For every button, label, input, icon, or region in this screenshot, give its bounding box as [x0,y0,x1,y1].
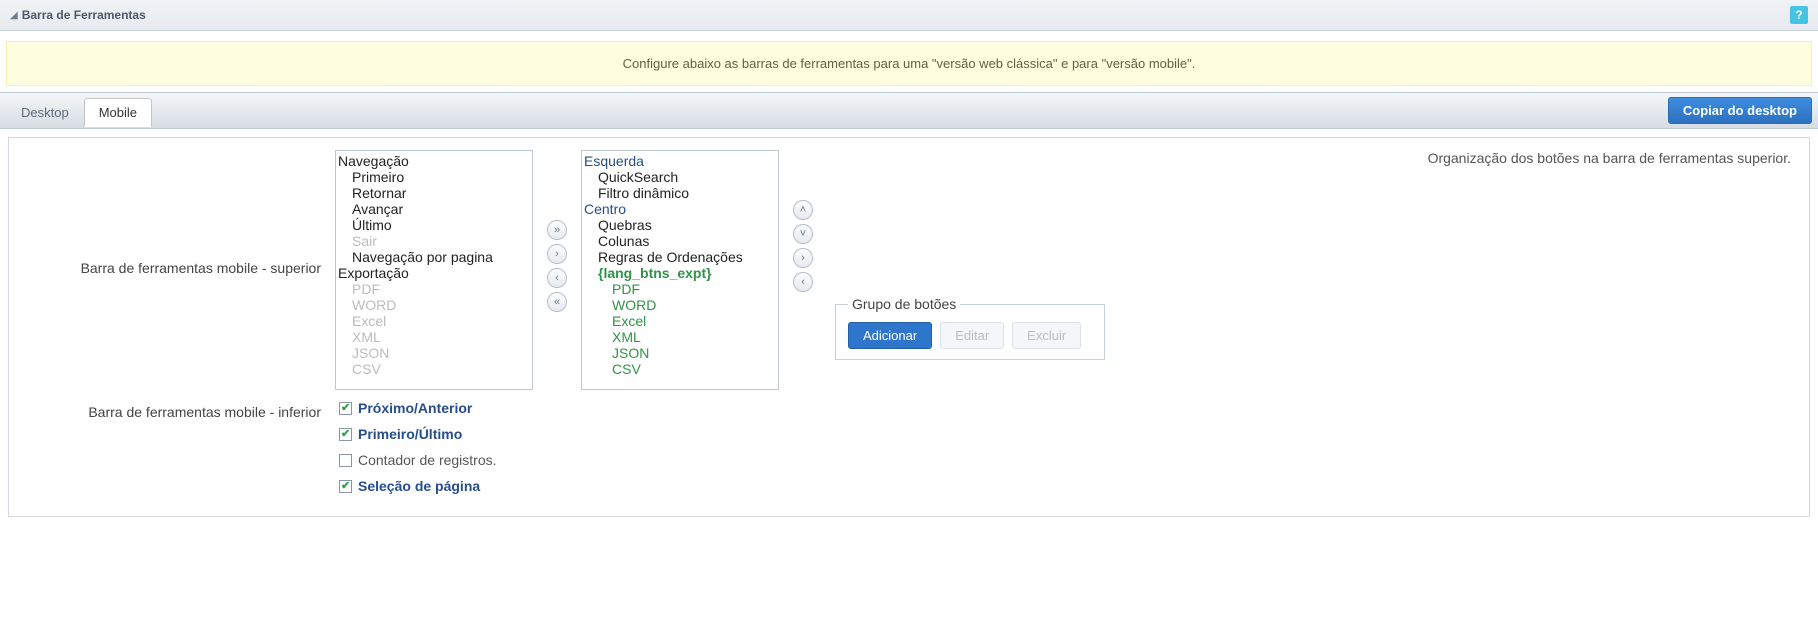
list-item[interactable]: Filtro dinâmico [584,185,776,201]
list-item[interactable]: Regras de Ordenações [584,249,776,265]
checkbox-icon[interactable] [339,428,352,441]
edit-button: Editar [940,322,1004,349]
check-page-select[interactable]: Seleção de página [339,478,497,494]
copy-from-desktop-button[interactable]: Copiar do desktop [1668,97,1812,124]
checkbox-icon[interactable] [339,454,352,467]
transfer-button-group: » › ‹ « [547,150,567,312]
list-item[interactable]: Quebras [584,217,776,233]
list-item[interactable]: JSON [584,345,776,361]
list-item-disabled: PDF [338,281,530,297]
list-group: Esquerda [584,153,776,169]
move-left-button[interactable]: ‹ [547,268,567,288]
panel-header: ◢ Barra de Ferramentas ? [0,0,1818,31]
list-item[interactable]: Primeiro [338,169,530,185]
fieldset-legend: Grupo de botões [848,296,960,312]
inferior-row: Barra de ferramentas mobile - inferior P… [21,400,1797,494]
check-label: Seleção de página [358,478,480,494]
superior-row: Barra de ferramentas mobile - superior N… [21,150,1797,390]
tab-desktop[interactable]: Desktop [6,98,84,126]
list-item[interactable]: Retornar [338,185,530,201]
check-label: Próximo/Anterior [358,400,472,416]
list-item-disabled: XML [338,329,530,345]
list-item[interactable]: PDF [584,281,776,297]
list-item-disabled: WORD [338,297,530,313]
tab-mobile[interactable]: Mobile [84,98,152,127]
inferior-label: Barra de ferramentas mobile - inferior [21,400,321,420]
list-item-disabled: JSON [338,345,530,361]
description-text: Organização dos botões na barra de ferra… [835,150,1797,166]
delete-button: Excluir [1012,322,1081,349]
move-left-alt-button[interactable]: ‹ [793,272,813,292]
list-item[interactable]: Excel [584,313,776,329]
move-all-left-button[interactable]: « [547,292,567,312]
checkbox-icon[interactable] [339,402,352,415]
right-panel: Organização dos botões na barra de ferra… [827,150,1797,360]
move-down-button[interactable]: ˅ [793,224,813,244]
move-right-alt-button[interactable]: › [793,248,813,268]
check-label: Contador de registros. [358,452,497,468]
move-up-button[interactable]: ˄ [793,200,813,220]
help-button[interactable]: ? [1790,6,1808,24]
list-item[interactable]: XML [584,329,776,345]
inferior-options: Próximo/Anterior Primeiro/Último Contado… [335,400,497,494]
available-buttons-list[interactable]: Navegação Primeiro Retornar Avançar Últi… [335,150,533,390]
list-item[interactable]: QuickSearch [584,169,776,185]
list-item-disabled: Excel [338,313,530,329]
config-panel: Barra de ferramentas mobile - superior N… [8,137,1810,517]
list-item[interactable]: Avançar [338,201,530,217]
list-item[interactable]: CSV [584,361,776,377]
move-all-right-button[interactable]: » [547,220,567,240]
superior-label: Barra de ferramentas mobile - superior [21,150,321,276]
check-first-last[interactable]: Primeiro/Último [339,426,497,442]
list-group: Centro [584,201,776,217]
order-button-group: ˄ ˅ › ‹ [793,150,813,292]
list-group-expt: {lang_btns_expt} [584,265,776,281]
list-item[interactable]: Colunas [584,233,776,249]
tab-bar: Desktop Mobile Copiar do desktop [0,92,1818,129]
button-group-fieldset: Grupo de botões Adicionar Editar Excluir [835,296,1105,360]
panel-title: Barra de Ferramentas [22,8,146,22]
collapse-toggle-icon[interactable]: ◢ [10,10,18,21]
list-item[interactable]: Último [338,217,530,233]
list-item[interactable]: Navegação por pagina [338,249,530,265]
add-button[interactable]: Adicionar [848,322,932,349]
list-group: Exportação [338,265,530,281]
info-banner: Configure abaixo as barras de ferramenta… [6,41,1812,86]
check-record-counter[interactable]: Contador de registros. [339,452,497,468]
list-item-disabled: CSV [338,361,530,377]
check-label: Primeiro/Último [358,426,462,442]
list-group: Navegação [338,153,530,169]
list-item[interactable]: WORD [584,297,776,313]
list-item-disabled: Sair [338,233,530,249]
checkbox-icon[interactable] [339,480,352,493]
selected-buttons-list[interactable]: Esquerda QuickSearch Filtro dinâmico Cen… [581,150,779,390]
move-right-button[interactable]: › [547,244,567,264]
check-prev-next[interactable]: Próximo/Anterior [339,400,497,416]
